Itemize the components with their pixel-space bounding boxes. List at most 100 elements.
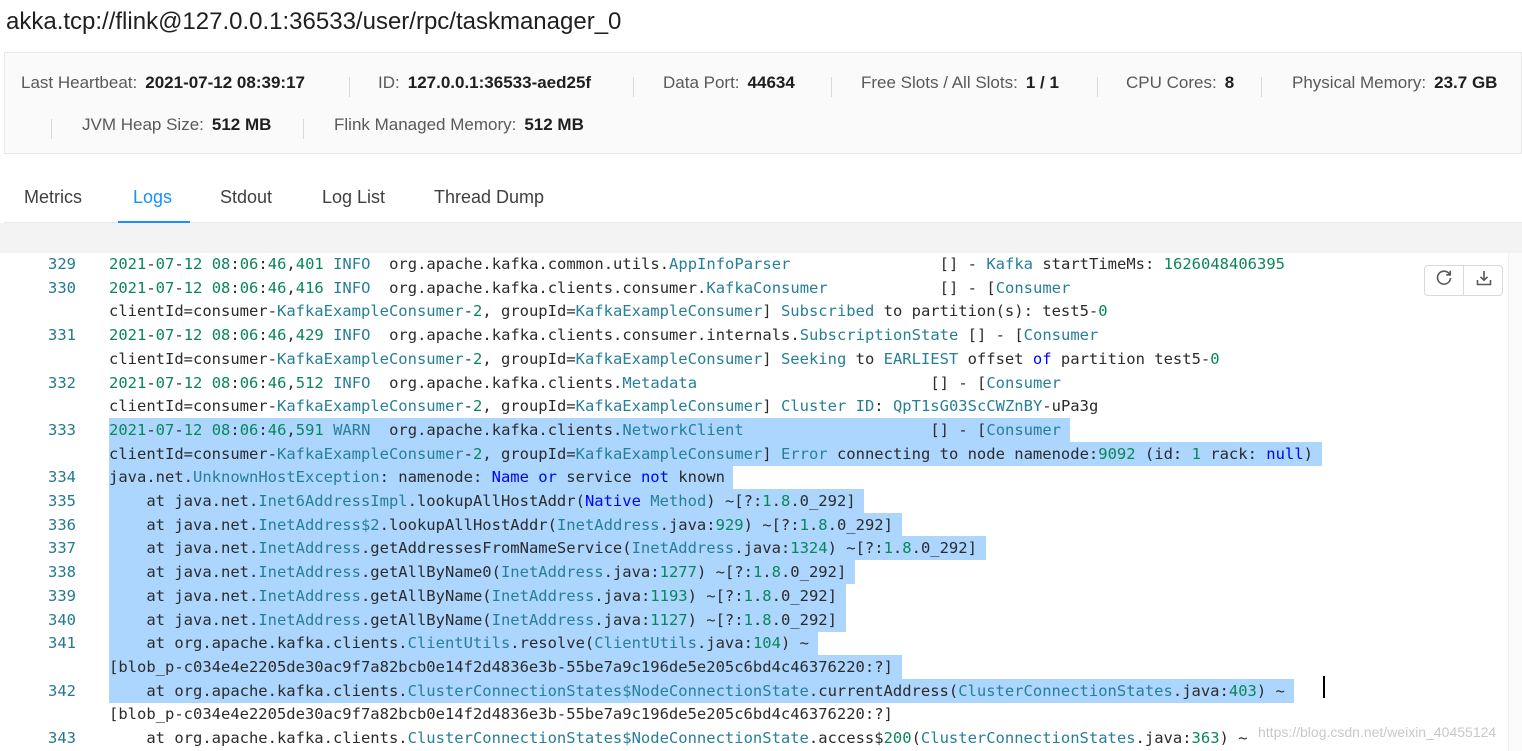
log-line: clientId=consumer-KafkaExampleConsumer-2…	[0, 299, 1522, 323]
log-text: at org.apache.kafka.clients.ClusterConne…	[109, 729, 1248, 747]
detail-last-heartbeat: Last Heartbeat: 2021-07-12 08:39:17	[21, 69, 305, 97]
download-button[interactable]	[1464, 266, 1503, 295]
log-line: 329 2021-07-12 08:06:46,401 INFO org.apac…	[0, 253, 1522, 276]
log-text: java.net.UnknownHostException: namenode:…	[109, 468, 725, 487]
log-text: at java.net.InetAddress.getAllByName(Ine…	[109, 610, 837, 629]
tab-metrics[interactable]: Metrics	[24, 168, 82, 223]
log-toolbar-band	[0, 223, 1522, 253]
detail-data-port: Data Port: 44634	[663, 69, 795, 97]
tab-stdout[interactable]: Stdout	[220, 168, 272, 223]
line-number: 341	[48, 634, 76, 653]
slots-value: 1 / 1	[1025, 73, 1059, 92]
text-cursor	[1323, 676, 1325, 698]
log-actions	[1424, 265, 1503, 296]
cpu-cores-value: 8	[1224, 73, 1235, 92]
managed-memory-value: 512 MB	[524, 115, 584, 134]
tab-logs[interactable]: Logs	[133, 168, 172, 223]
id-value: 127.0.0.1:36533-aed25f	[407, 73, 592, 92]
log-text: at java.net.Inet6AddressImpl.lookupAllHo…	[109, 492, 856, 510]
line-number: 338	[48, 563, 76, 582]
log-text: at java.net.InetAddress.getAllByName0(In…	[109, 563, 847, 582]
log-text: 2021-07-12 08:06:46,401 INFO org.apache.…	[109, 255, 1285, 273]
log-line: clientId=consumer-KafkaExampleConsumer-2…	[0, 347, 1522, 371]
detail-physical-memory: Physical Memory: 23.7 GB	[1292, 69, 1497, 97]
last-heartbeat-label: Last Heartbeat:	[21, 73, 138, 92]
watermark: https://blog.csdn.net/weixin_40455124	[1258, 724, 1497, 740]
log-line: 340 at java.net.InetAddress.getAllByName…	[0, 607, 1522, 632]
id-label: ID:	[378, 73, 400, 92]
data-port-value: 44634	[747, 73, 795, 92]
details-divider	[51, 119, 52, 139]
log-line: clientId=consumer-KafkaExampleConsumer-2…	[0, 394, 1522, 418]
line-number: 334	[48, 468, 76, 487]
log-text: clientId=consumer-KafkaExampleConsumer-2…	[109, 397, 1099, 416]
log-text: clientId=consumer-KafkaExampleConsumer-2…	[109, 302, 1108, 321]
log-text: [blob_p-c034e4e2205de30ac9f7a82bcb0e14f2…	[109, 705, 893, 724]
line-number: 331	[48, 326, 76, 345]
line-number: 336	[48, 515, 76, 534]
cpu-cores-label: CPU Cores:	[1126, 73, 1217, 92]
line-number: 343	[48, 729, 76, 747]
log-line: 330 2021-07-12 08:06:46,416 INFO org.apac…	[0, 276, 1522, 300]
log-line: 341 at org.apache.kafka.clients.ClientUt…	[0, 631, 1522, 656]
log-line: 332 2021-07-12 08:06:46,512 INFO org.apac…	[0, 371, 1522, 395]
log-text: 2021-07-12 08:06:46,429 INFO org.apache.…	[109, 326, 1099, 345]
tab-thread-dump[interactable]: Thread Dump	[434, 168, 544, 223]
log-line: 338 at java.net.InetAddress.getAllByName…	[0, 560, 1522, 585]
details-divider	[831, 77, 832, 97]
line-number: 332	[48, 373, 76, 392]
physical-memory-value: 23.7 GB	[1434, 73, 1498, 92]
line-number: 339	[48, 586, 76, 605]
log-text: at org.apache.kafka.clients.ClientUtils.…	[109, 634, 809, 653]
physical-memory-label: Physical Memory:	[1292, 73, 1427, 92]
line-number: 333	[48, 420, 76, 439]
log-line: [blob_p-c034e4e2205de30ac9f7a82bcb0e14f2…	[0, 654, 1522, 679]
log-line: 337 at java.net.InetAddress.getAddresses…	[0, 536, 1522, 561]
detail-id: ID: 127.0.0.1:36533-aed25f	[378, 69, 591, 97]
managed-memory-label: Flink Managed Memory:	[334, 115, 517, 134]
reload-button[interactable]	[1425, 266, 1464, 295]
log-line: 331 2021-07-12 08:06:46,429 INFO org.apac…	[0, 323, 1522, 347]
line-number: 330	[48, 278, 76, 297]
line-number: 335	[48, 492, 76, 510]
log-text: clientId=consumer-KafkaExampleConsumer-2…	[109, 444, 1313, 463]
detail-jvm-heap: JVM Heap Size: 512 MB	[82, 111, 271, 139]
taskmanager-tabs: Metrics Logs Stdout Log List Thread Dump	[4, 168, 1522, 223]
line-number: 342	[48, 681, 76, 700]
log-text: 2021-07-12 08:06:46,591 WARN org.apache.…	[109, 420, 1062, 439]
jvm-heap-label: JVM Heap Size:	[82, 115, 204, 134]
log-text: clientId=consumer-KafkaExampleConsumer-2…	[109, 349, 1220, 368]
details-divider	[1261, 77, 1262, 97]
data-port-label: Data Port:	[663, 73, 740, 92]
line-number: 340	[48, 610, 76, 629]
log-line: 336 at java.net.InetAddress$2.lookupAllH…	[0, 512, 1522, 537]
log-scrollbar[interactable]	[1508, 253, 1522, 751]
log-line: 333 2021-07-12 08:06:46,591 WARN org.apac…	[0, 417, 1522, 442]
log-text: at org.apache.kafka.clients.ClusterConne…	[109, 681, 1285, 700]
taskmanager-details: Last Heartbeat: 2021-07-12 08:39:17 ID: 12…	[4, 52, 1522, 154]
reload-icon	[1435, 269, 1453, 292]
line-number: 337	[48, 539, 76, 558]
detail-slots: Free Slots / All Slots: 1 / 1	[861, 69, 1059, 97]
details-divider	[633, 77, 634, 97]
log-text: at java.net.InetAddress.getAllByName(Ine…	[109, 586, 837, 605]
log-text: at java.net.InetAddress$2.lookupAllHostA…	[109, 515, 893, 534]
slots-label: Free Slots / All Slots:	[861, 73, 1018, 92]
log-text: 2021-07-12 08:06:46,512 INFO org.apache.…	[109, 373, 1061, 392]
log-line: 342 at org.apache.kafka.clients.ClusterC…	[0, 678, 1522, 703]
log-text: 2021-07-12 08:06:46,416 INFO org.apache.…	[109, 278, 1071, 297]
detail-cpu-cores: CPU Cores: 8	[1126, 69, 1234, 97]
log-line: 335 at java.net.Inet6AddressImpl.lookupA…	[0, 489, 1522, 513]
log-line: 339 at java.net.InetAddress.getAllByName…	[0, 583, 1522, 608]
details-divider	[349, 77, 350, 97]
log-line: 334 java.net.UnknownHostException: nameno…	[0, 465, 1522, 490]
log-line: clientId=consumer-KafkaExampleConsumer-2…	[0, 441, 1522, 466]
log-viewer[interactable]: 329 2021-07-12 08:06:46,401 INFO org.apac…	[0, 253, 1522, 751]
last-heartbeat-value: 2021-07-12 08:39:17	[145, 73, 305, 92]
log-text: [blob_p-c034e4e2205de30ac9f7a82bcb0e14f2…	[109, 657, 893, 676]
line-number: 329	[48, 255, 76, 273]
download-icon	[1475, 269, 1493, 292]
tab-log-list[interactable]: Log List	[322, 168, 385, 223]
page-title: akka.tcp://flink@127.0.0.1:36533/user/rp…	[6, 8, 622, 35]
details-divider	[1097, 77, 1098, 97]
